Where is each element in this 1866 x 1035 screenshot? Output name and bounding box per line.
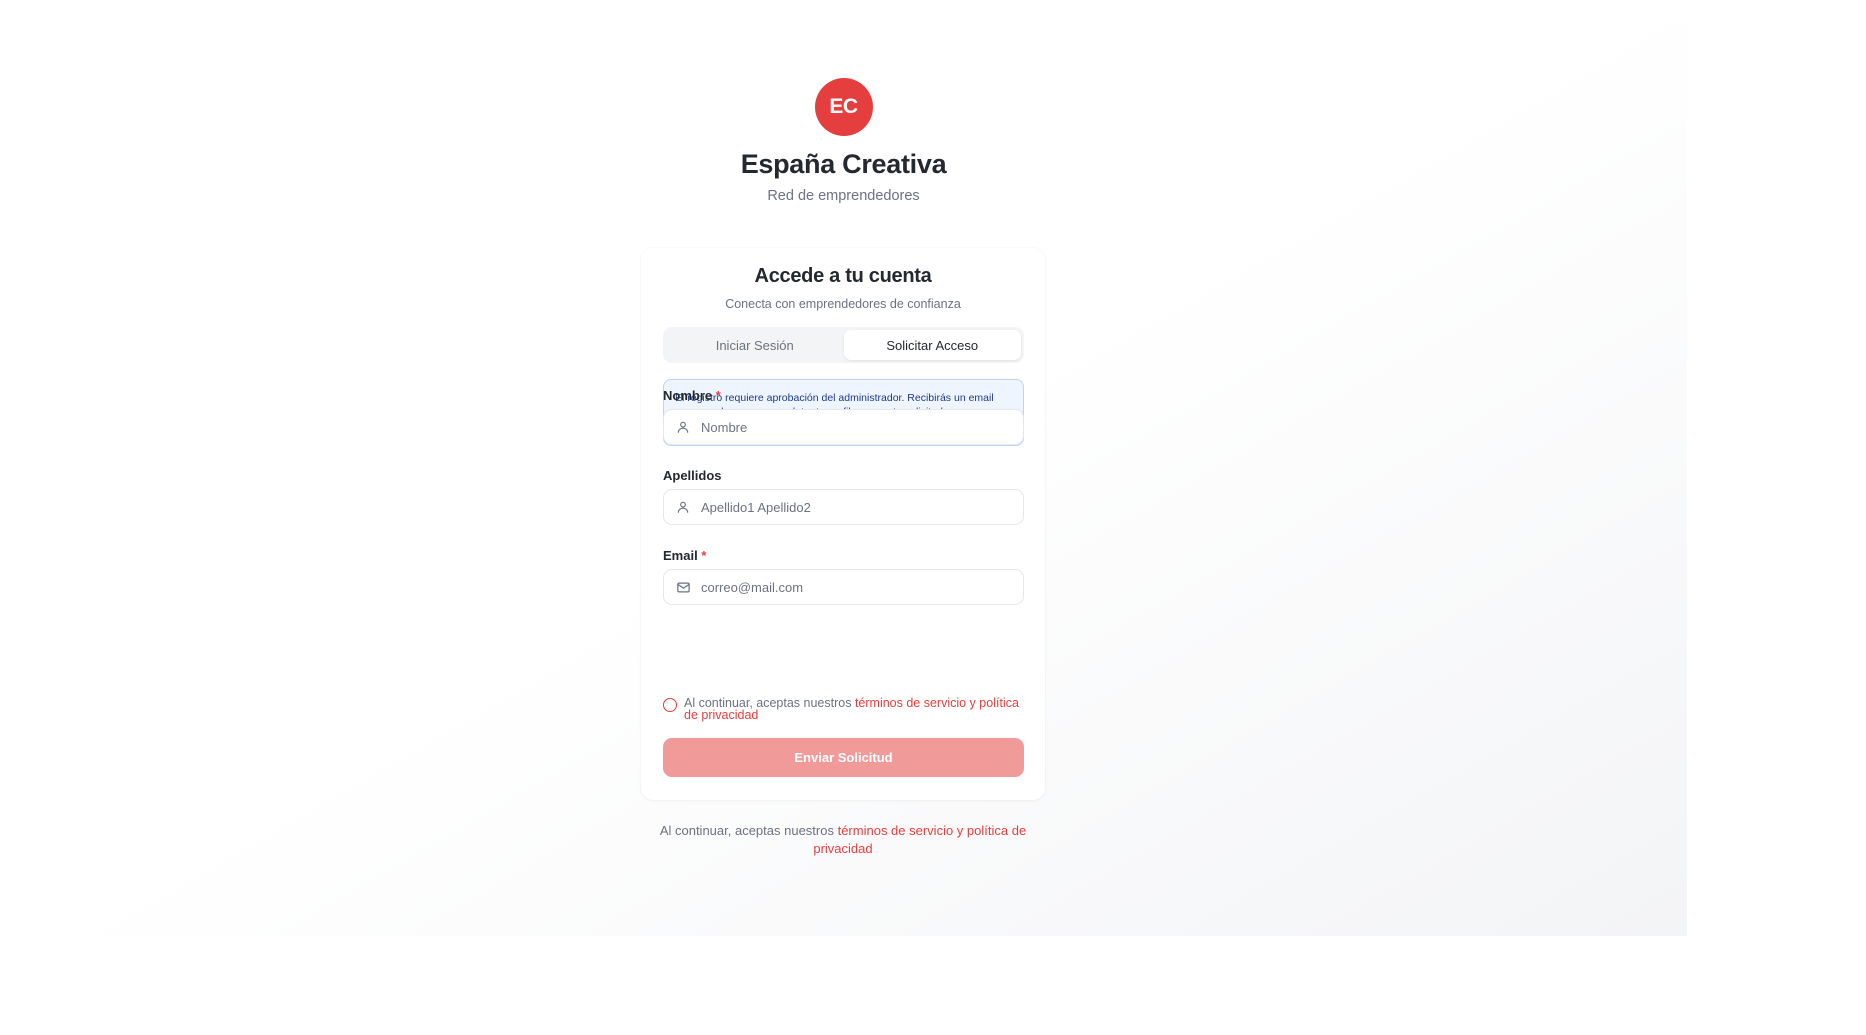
- tab-iniciar-sesion[interactable]: Iniciar Sesión: [666, 330, 844, 360]
- nombre-input[interactable]: [701, 419, 1001, 435]
- card-title: Accede a tu cuenta: [754, 265, 932, 287]
- auth-tabs: Iniciar Sesión Solicitar Acceso: [663, 327, 1024, 363]
- nombre-label: Nombre *: [663, 388, 721, 403]
- brand-header: EC España Creativa Red de emprendedores: [0, 78, 1687, 204]
- footer-terms: Al continuar, aceptas nuestros términos …: [659, 823, 1027, 856]
- required-mark: *: [715, 388, 721, 403]
- brand-title: España Creativa: [740, 149, 947, 179]
- email-field[interactable]: [663, 569, 1024, 605]
- footer-terms-link[interactable]: términos de servicio y política de priva…: [813, 823, 1026, 856]
- apellidos-input[interactable]: [701, 499, 1001, 515]
- nombre-field[interactable]: [663, 409, 1024, 445]
- brand-subtitle: Red de emprendedores: [767, 188, 920, 204]
- auth-card: Accede a tu cuenta Conecta con emprended…: [641, 248, 1045, 800]
- apellidos-label: Apellidos: [663, 468, 722, 483]
- brand-logo: EC: [814, 78, 873, 136]
- apellidos-field[interactable]: [663, 489, 1024, 525]
- terms-text: Al continuar, aceptas nuestros términos …: [684, 696, 1019, 722]
- user-icon: [675, 419, 691, 435]
- required-mark: *: [701, 548, 707, 563]
- terms-radio[interactable]: [663, 698, 677, 712]
- email-label: Email *: [663, 548, 707, 563]
- card-subtitle: Conecta con emprendedores de confianza: [725, 297, 961, 311]
- terms-consent: Al continuar, aceptas nuestros términos …: [663, 697, 1024, 721]
- submit-request-button[interactable]: Enviar Solicitud: [663, 738, 1024, 777]
- email-input[interactable]: [701, 579, 1001, 595]
- user-icon: [675, 499, 691, 515]
- mail-icon: [675, 579, 691, 595]
- tab-solicitar-acceso[interactable]: Solicitar Acceso: [843, 330, 1021, 360]
